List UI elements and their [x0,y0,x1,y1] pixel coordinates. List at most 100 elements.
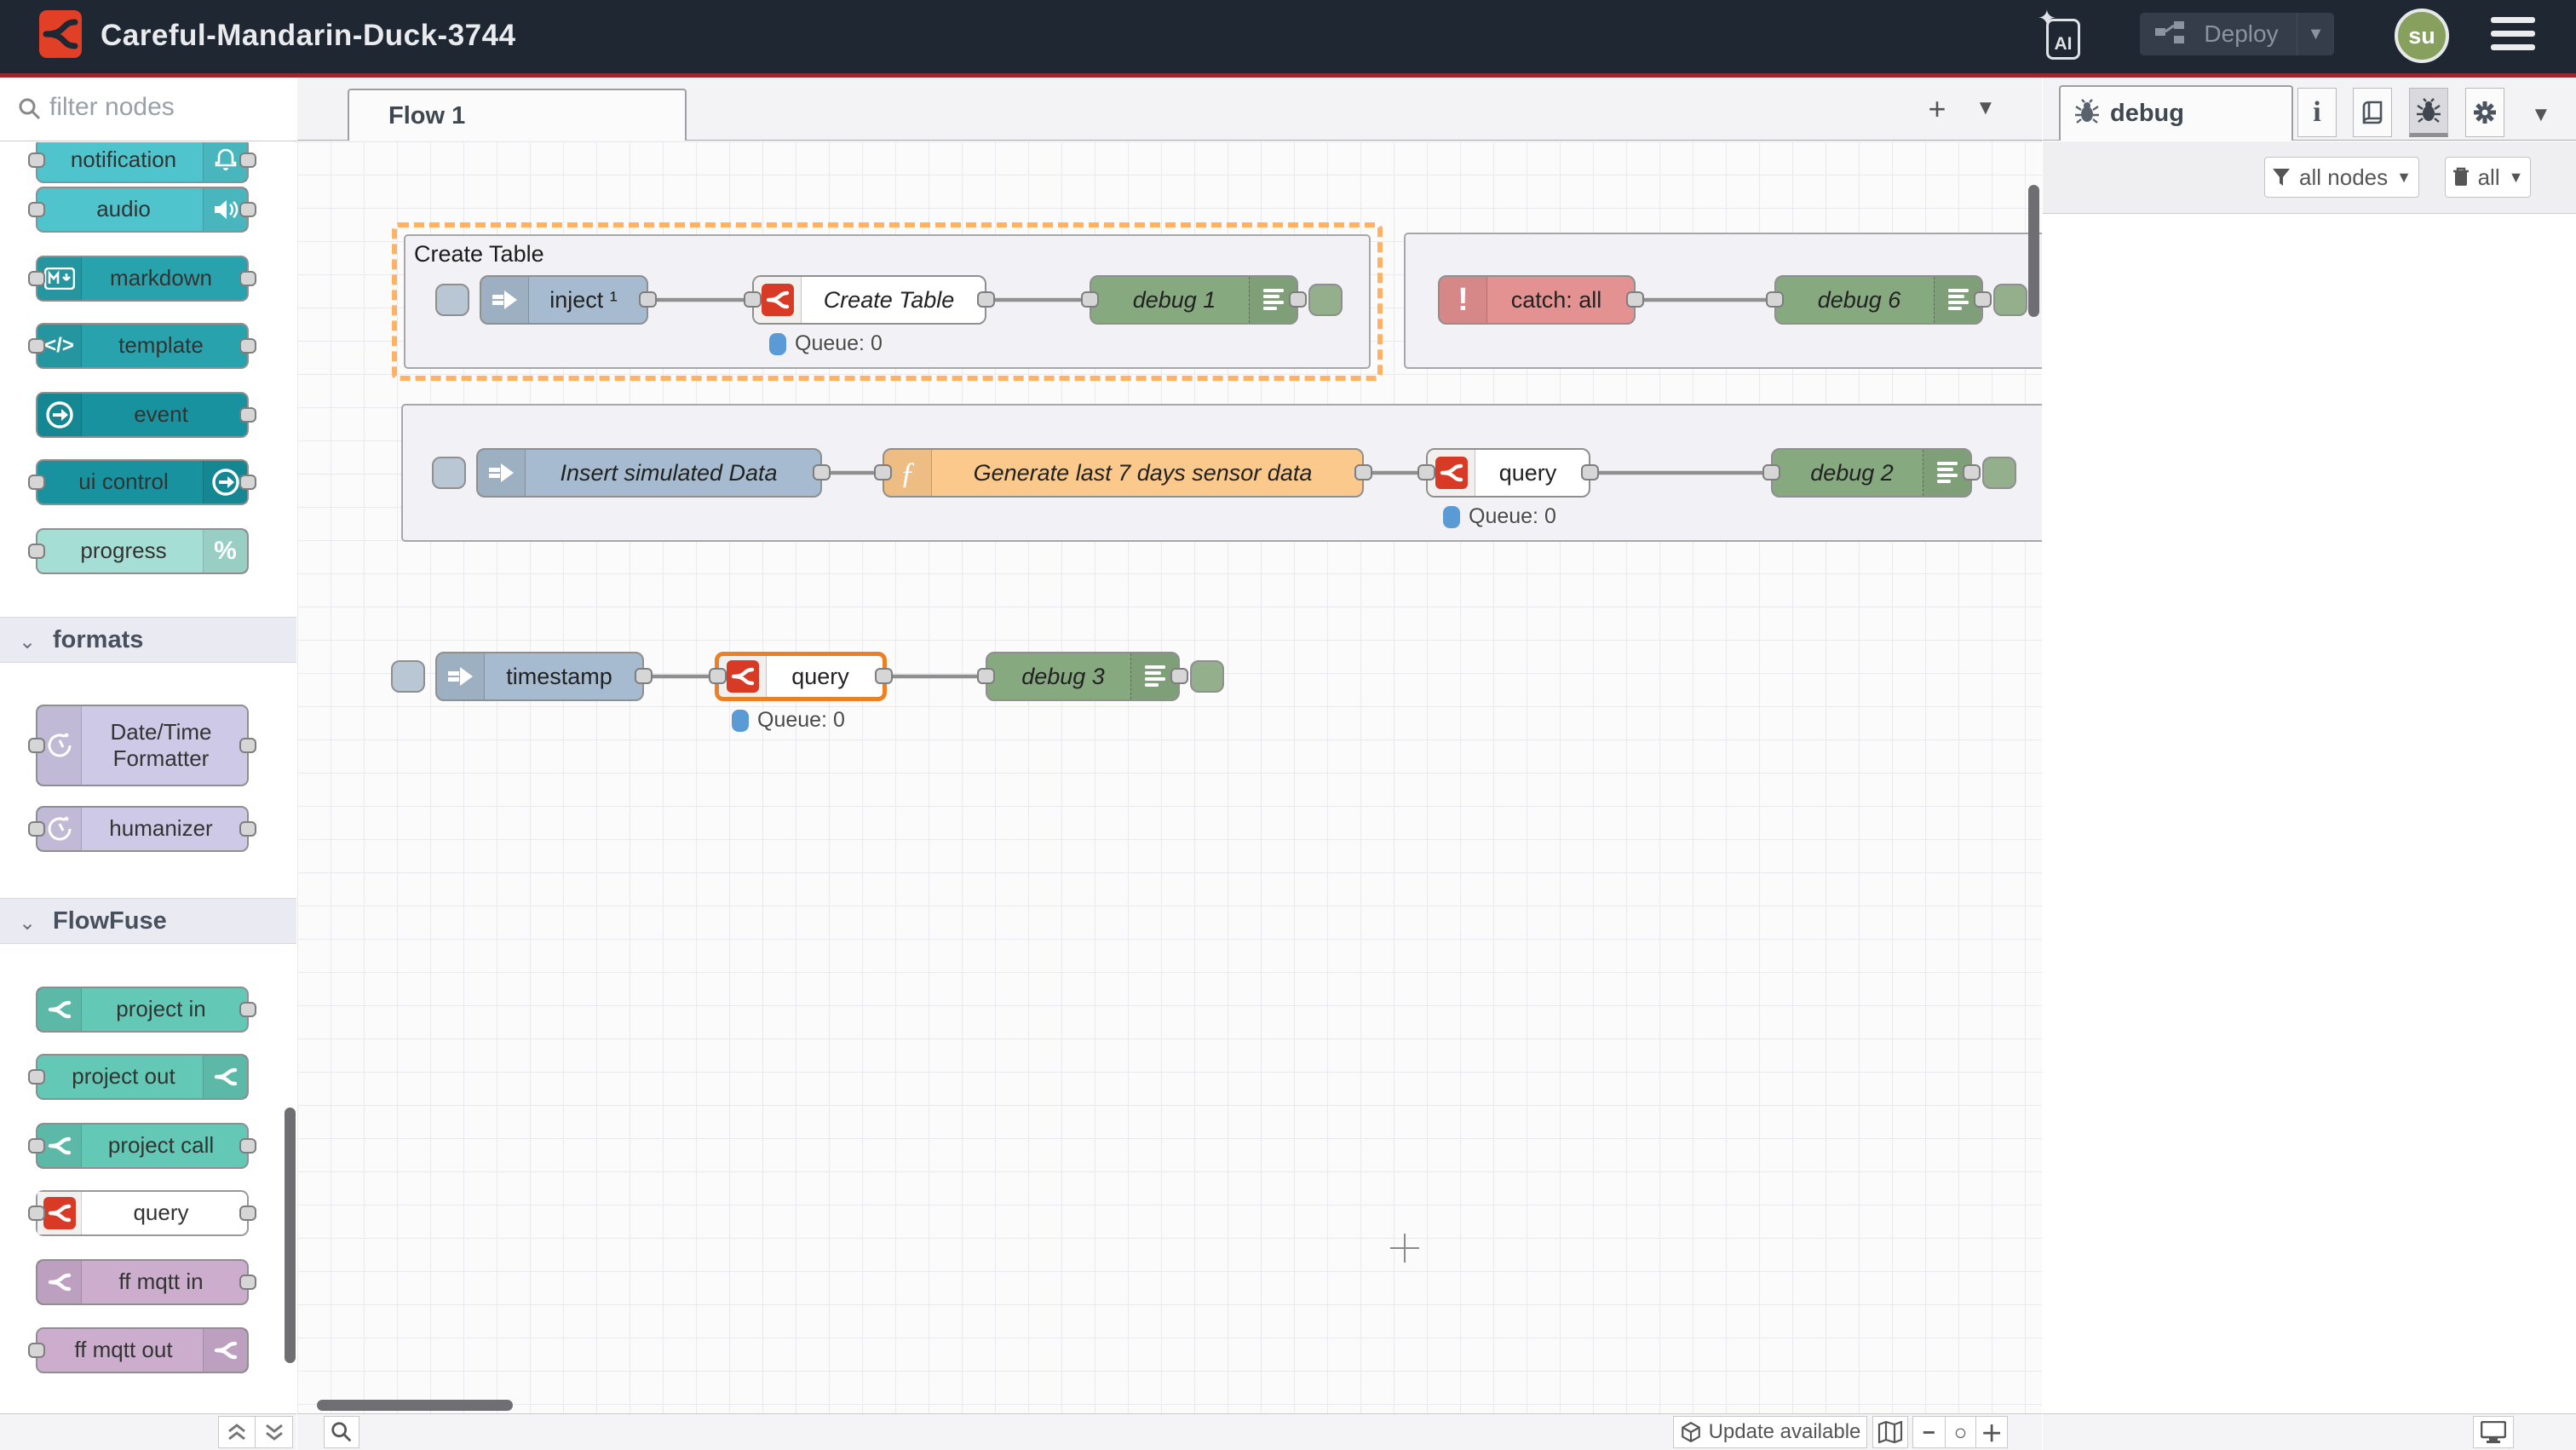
node-debug-1[interactable]: debug 1 [1090,275,1298,325]
debug-filter-button[interactable]: all nodes ▼ [2264,157,2419,198]
update-available-button[interactable]: Update available [1673,1416,1867,1448]
palette-node-audio[interactable]: audio [36,187,249,233]
flowfuse-logo-icon[interactable] [39,10,82,58]
input-port[interactable] [744,291,762,308]
output-port[interactable] [1974,291,1992,308]
palette-node-project-call[interactable]: project call [36,1123,249,1169]
main-menu-button[interactable] [2491,17,2535,53]
ff-white-icon [37,1261,82,1303]
input-port[interactable] [977,668,995,684]
zoom-reset-button[interactable]: ○ [1945,1417,1976,1447]
palette-section-formats[interactable]: ⌄ formats [0,617,296,663]
palette-node-notification[interactable]: notification [36,142,249,183]
canvas-footer: Update available − ○ ＋ [297,1413,2042,1450]
sidebar-menu-caret-icon[interactable]: ▼ [2531,103,2551,127]
canvas-horizontal-scrollbar[interactable] [317,1400,513,1411]
palette-node-template[interactable]: </>template [36,323,249,369]
sidebar-config-tab[interactable] [2465,88,2504,137]
palette-node-query[interactable]: query [36,1190,249,1236]
inject-trigger-button[interactable] [432,457,466,489]
node-query[interactable]: query [1426,448,1590,498]
palette-node-progress[interactable]: %progress [36,528,249,574]
node-debug-2[interactable]: debug 2 [1771,448,1972,498]
flow-workspace[interactable]: Create Tableinject ¹Create TableQueue: 0… [297,141,2042,1413]
canvas-search-button[interactable] [324,1416,359,1448]
debug-clear-button[interactable]: all ▼ [2445,157,2531,198]
output-port [239,338,256,354]
node-query[interactable]: query [715,652,887,701]
palette-collapse-all-button[interactable] [218,1416,256,1448]
inject-arrow-icon [481,277,529,323]
tab-debug[interactable]: debug [2059,85,2293,141]
output-port[interactable] [1170,668,1188,684]
input-port [28,338,45,354]
palette-filter-input[interactable]: filter nodes [0,78,296,141]
output-port [239,407,256,423]
output-port [239,738,256,753]
chevron-down-icon: ⌄ [19,911,36,935]
output-port[interactable] [813,464,831,480]
palette-node-humanizer[interactable]: humanizer [36,806,249,852]
node-generate-last-7-days-sensor-data[interactable]: ƒGenerate last 7 days sensor data [883,448,1364,498]
open-dashboard-button[interactable] [2473,1416,2514,1448]
inject-trigger-button[interactable] [435,284,469,316]
node-debug-6[interactable]: debug 6 [1774,275,1983,325]
palette-node-ff-mqtt-in[interactable]: ff mqtt in [36,1259,249,1305]
output-port[interactable] [1963,464,1981,480]
output-port[interactable] [1289,291,1307,308]
status-dot-icon [769,333,786,355]
output-port[interactable] [639,291,657,308]
node-insert-simulated-data[interactable]: Insert simulated Data [476,448,822,498]
node-red-editor: Careful-Mandarin-Duck-3744 ✦ AI Deploy ▼… [0,0,2576,1450]
node-inject[interactable]: inject ¹ [480,275,648,325]
output-port[interactable] [1626,291,1644,308]
output-port[interactable] [977,291,995,308]
tab-flow-1[interactable]: Flow 1 [348,89,687,141]
output-port[interactable] [635,668,653,684]
debug-toggle-button[interactable] [1190,660,1224,693]
palette-node-ui-control[interactable]: ui control [36,459,249,505]
debug-toggle-button[interactable] [1993,284,2027,316]
input-port[interactable] [1762,464,1780,480]
user-avatar[interactable]: su [2395,9,2449,63]
node-timestamp[interactable]: timestamp [435,652,644,701]
sidebar-debug-tab[interactable] [2409,88,2448,137]
chevron-down-icon: ⌄ [19,630,36,654]
palette-node-event[interactable]: event [36,392,249,438]
palette-node-project-in[interactable]: project in [36,987,249,1033]
sidebar-help-tab[interactable] [2353,88,2392,137]
input-port[interactable] [1081,291,1099,308]
canvas-vertical-scrollbar[interactable] [2028,185,2039,317]
deploy-button[interactable]: Deploy ▼ [2140,13,2334,55]
palette-node-markdown[interactable]: markdown [36,256,249,302]
output-port[interactable] [875,668,893,684]
ai-assistant-button[interactable]: ✦ AI [2041,10,2084,61]
input-port[interactable] [1417,464,1435,480]
palette-node-ff-mqtt-out[interactable]: ff mqtt out [36,1327,249,1373]
input-port[interactable] [1766,291,1784,308]
zoom-out-button[interactable]: − [1913,1417,1945,1447]
flow-list-caret-icon[interactable]: ▼ [1975,96,1996,120]
minimap-button[interactable] [1872,1416,1908,1448]
output-port[interactable] [1581,464,1599,480]
output-port[interactable] [1354,464,1372,480]
output-port [239,1205,256,1221]
input-port[interactable] [709,668,727,684]
package-icon [1680,1421,1702,1443]
node-catch-all[interactable]: !catch: all [1438,275,1636,325]
palette-node-project-out[interactable]: project out [36,1054,249,1100]
palette-scrollbar[interactable] [285,1108,296,1363]
debug-toggle-button[interactable] [1982,457,2016,489]
input-port[interactable] [874,464,892,480]
palette-expand-all-button[interactable] [256,1416,293,1448]
palette-section-flowfuse[interactable]: ⌄ FlowFuse [0,898,296,944]
node-create-table[interactable]: Create Table [752,275,986,325]
sidebar-info-tab[interactable]: i [2297,88,2337,137]
debug-toggle-button[interactable] [1308,284,1343,316]
deploy-caret-icon[interactable]: ▼ [2297,13,2334,55]
add-flow-button[interactable]: + [1916,91,1958,129]
node-debug-3[interactable]: debug 3 [986,652,1180,701]
zoom-in-button[interactable]: ＋ [1975,1417,2007,1447]
inject-trigger-button[interactable] [391,660,425,693]
palette-node-datetime[interactable]: Date/Time Formatter [36,705,249,786]
